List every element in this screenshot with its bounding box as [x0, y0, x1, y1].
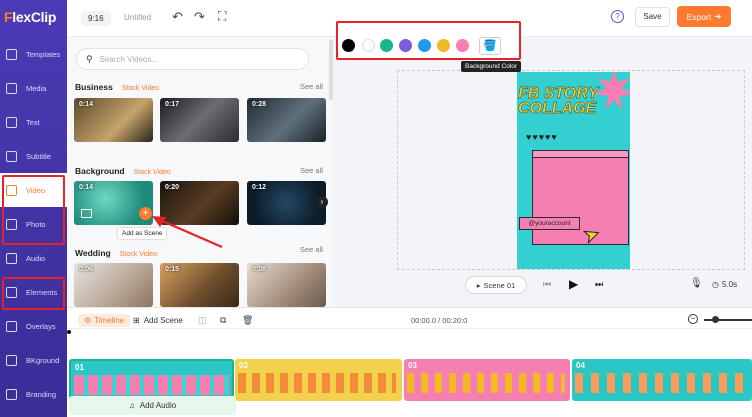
branding-icon: [6, 388, 17, 400]
delete-icon[interactable]: 🗑: [242, 315, 253, 326]
play-small-icon: ▸: [476, 280, 481, 290]
timeline-clip-04[interactable]: 04: [572, 359, 752, 401]
playhead[interactable]: [67, 330, 71, 334]
starburst-shape: [594, 72, 630, 110]
clip-frames-04: [575, 373, 750, 393]
search-icon: ⚲: [86, 53, 93, 64]
pink-window: [532, 150, 629, 245]
microphone-icon[interactable]: 🎙: [690, 278, 703, 289]
hearts-row: ♥♥♥♥♥: [526, 132, 558, 142]
timeline-icon: ⚙: [84, 316, 92, 325]
fullscreen-icon[interactable]: ⛶: [218, 9, 226, 24]
timeline-tab[interactable]: ⚙ Timeline: [78, 314, 131, 327]
see-all-wedding[interactable]: See all: [300, 245, 323, 254]
see-all-background[interactable]: See all: [300, 166, 323, 175]
account-label: @youraccount: [519, 217, 580, 230]
pointer-arrow: [152, 216, 223, 249]
video-thumb-wedding-3[interactable]: 0:08: [247, 263, 326, 307]
audio-icon: [6, 252, 17, 264]
duplicate-icon[interactable]: ⧉: [220, 315, 226, 326]
video-thumb-wedding-2[interactable]: 0:15: [160, 263, 239, 307]
sidebar-item-audio[interactable]: Audio: [0, 241, 67, 275]
highlight-color-picker: [336, 21, 521, 60]
arrow-right-icon: ➔: [714, 11, 722, 21]
sidebar-item-subtitle[interactable]: Subtitle: [0, 139, 67, 173]
zoom-slider-handle[interactable]: [712, 316, 719, 323]
timeline-clip-03[interactable]: 03: [404, 359, 570, 401]
timeline-clip-01[interactable]: 01: [69, 359, 234, 401]
sidebar-item-text[interactable]: Text: [0, 105, 67, 139]
zoom-out-icon[interactable]: −: [688, 314, 698, 324]
clock-icon: ◷: [712, 280, 719, 289]
video-thumb-business-3[interactable]: 0:28: [247, 98, 326, 142]
undo-icon[interactable]: ↶: [172, 9, 183, 25]
timeline: ⚙ Timeline ⊞ Add Scene ◫ ⧉ 🗑 00:00.0 / 00:…: [67, 307, 752, 417]
story-preview[interactable]: FB STORY COLLAGE ♥♥♥♥♥ @youraccount ➤: [517, 72, 630, 269]
project-title[interactable]: Untitled: [124, 13, 151, 22]
video-thumb-wedding-1[interactable]: 0:06: [74, 263, 153, 307]
templates-icon: [6, 48, 17, 60]
app-logo: FlexClip: [4, 9, 57, 25]
background-color-tooltip: Background Color: [461, 61, 522, 72]
save-button[interactable]: Save: [635, 7, 670, 27]
sidebar-item-media[interactable]: Media: [0, 71, 67, 105]
timeline-divider: [67, 328, 752, 329]
sidebar-item-branding[interactable]: Branding: [0, 377, 67, 411]
section-business-title: Business Stock Video: [75, 82, 160, 92]
clip-frames-01: [74, 375, 229, 395]
add-scene-icon: ⊞: [133, 316, 140, 325]
chevron-right-icon[interactable]: ›: [316, 196, 328, 208]
video-thumb-background-3[interactable]: 0:12: [247, 181, 326, 225]
sidebar-item-bkground[interactable]: BKground: [0, 343, 67, 377]
previous-icon[interactable]: ⏮: [543, 279, 551, 290]
help-icon[interactable]: ?: [611, 10, 624, 23]
highlight-video-photo: [2, 175, 65, 245]
add-to-scene-icon[interactable]: [81, 209, 92, 218]
add-scene-button[interactable]: ⊞ Add Scene: [133, 316, 183, 325]
section-background-title: Background Stock Video: [75, 166, 171, 176]
clip-frames-02: [238, 373, 396, 393]
subtitle-icon: [6, 150, 17, 162]
export-button[interactable]: Export ➔: [677, 6, 731, 27]
aspect-ratio-button[interactable]: 9:16: [81, 11, 111, 26]
sidebar-item-overlays[interactable]: Overlays: [0, 309, 67, 343]
split-icon[interactable]: ◫: [198, 315, 207, 326]
scene-duration[interactable]: ◷ 5.0s: [712, 280, 737, 289]
timeline-clip-02[interactable]: 02: [235, 359, 402, 401]
overlays-icon: [6, 320, 17, 332]
window-titlebar: [533, 151, 628, 158]
timeline-time: 00:00.0 / 00:20:0: [411, 316, 468, 325]
see-all-business[interactable]: See all: [300, 82, 323, 91]
redo-icon[interactable]: ↷: [194, 9, 205, 25]
next-icon[interactable]: ⏭: [595, 279, 603, 290]
video-thumb-background-1[interactable]: 0:14 +: [74, 181, 153, 225]
sidebar-item-templates[interactable]: Templates: [0, 37, 67, 71]
video-thumb-business-1[interactable]: 0:14: [74, 98, 153, 142]
story-title: FB STORY COLLAGE: [518, 85, 599, 117]
music-note-icon: ♫: [128, 401, 135, 410]
clip-frames-03: [407, 373, 565, 393]
media-icon: [6, 82, 17, 94]
add-audio-button[interactable]: ♫ Add Audio: [69, 396, 236, 415]
media-panel: ⚲ Search Videos... Business Stock Video S…: [67, 37, 333, 307]
highlight-elements: [2, 277, 65, 310]
play-icon[interactable]: ▶: [569, 277, 578, 291]
bkground-icon: [6, 354, 17, 366]
scene-selector[interactable]: ▸ Scene 01: [465, 276, 527, 294]
video-thumb-business-2[interactable]: 0:17: [160, 98, 239, 142]
text-icon: [6, 116, 17, 128]
search-input[interactable]: ⚲ Search Videos...: [76, 48, 309, 70]
section-wedding-title: Wedding Stock Video: [75, 248, 157, 258]
